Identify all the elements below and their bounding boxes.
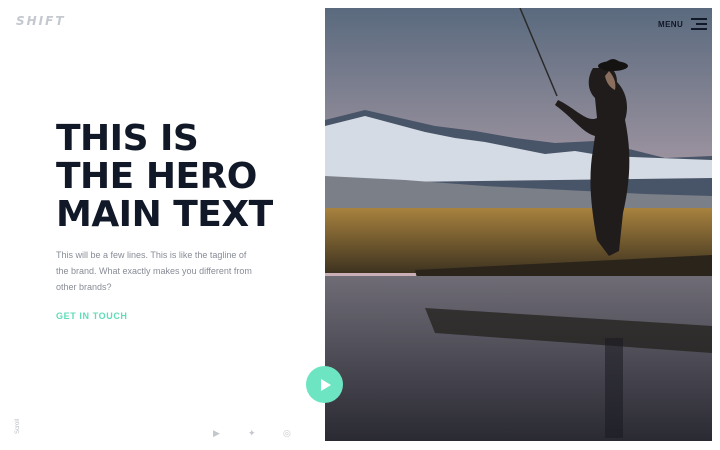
scroll-label: Scroll: [15, 418, 21, 434]
hamburger-icon: [691, 18, 708, 30]
menu-label: MENU: [658, 19, 684, 29]
instagram-icon[interactable]: ◎: [283, 428, 291, 439]
get-in-touch-link[interactable]: GET IN TOUCH: [56, 311, 128, 321]
hero-title-highlight: MAIN: [56, 194, 162, 235]
scroll-indicator[interactable]: Scroll: [12, 404, 32, 438]
hero-title-highlight: HERO: [145, 156, 257, 197]
hero-title-text: THE: [56, 156, 146, 197]
hero-image: [325, 8, 712, 441]
hero-title: THIS IS THE HERO MAIN TEXT: [56, 120, 273, 234]
youtube-icon[interactable]: ▶: [213, 428, 220, 439]
hero-title-line-3: MAIN TEXT: [56, 196, 273, 234]
hero-title-line-2: THE HERO: [56, 158, 273, 196]
hero-tagline: This will be a few lines. This is like t…: [56, 250, 252, 292]
play-video-button[interactable]: [306, 366, 343, 403]
hero-title-line-1: THIS IS: [56, 120, 273, 158]
hero-image-illustration: [325, 8, 712, 441]
hero-title-text: TEXT: [161, 194, 273, 235]
hero-title-text: THIS IS: [56, 118, 199, 159]
brand-logo[interactable]: SHIFT: [16, 14, 66, 28]
twitter-icon[interactable]: ✦: [248, 428, 256, 439]
menu-toggle[interactable]: MENU: [658, 18, 708, 30]
